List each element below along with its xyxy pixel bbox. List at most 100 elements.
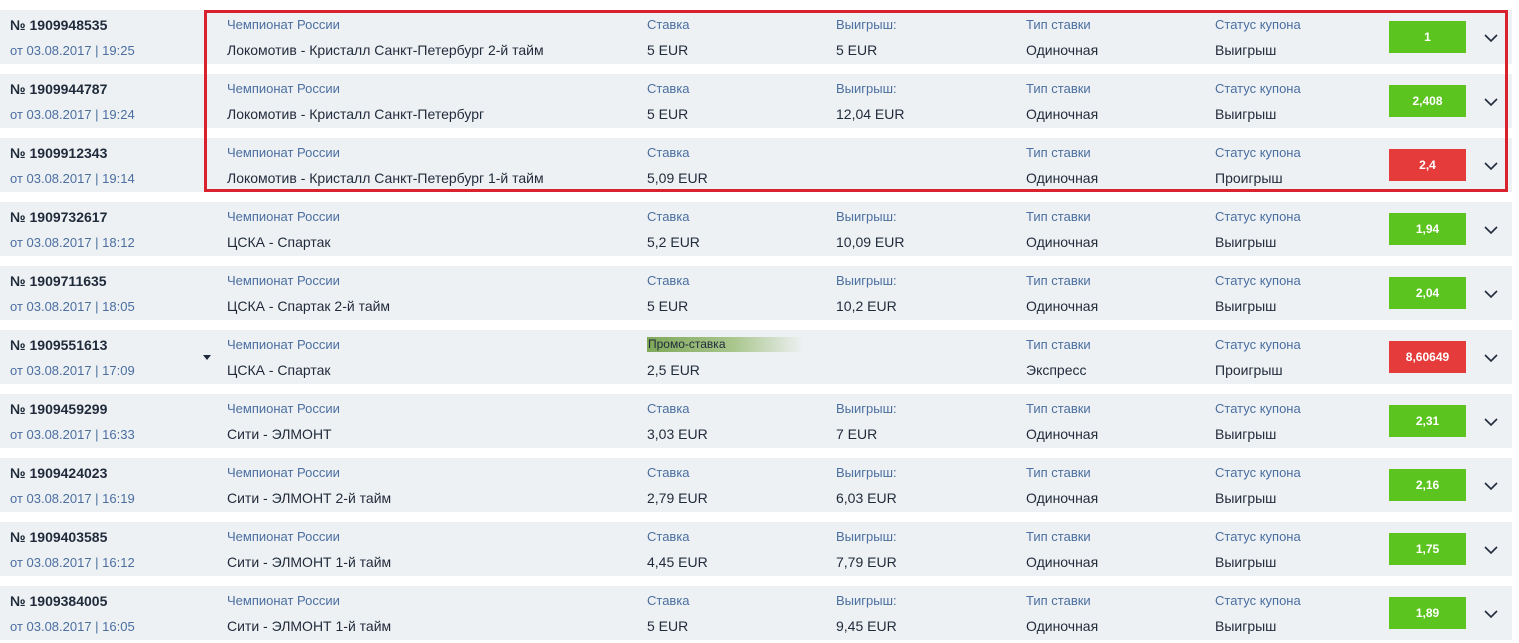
coupon-row[interactable]: № 1909732617 от 03.08.2017 | 18:12 Чемпи…: [0, 202, 1512, 256]
coupon-status-label: Статус купона: [1215, 81, 1301, 96]
coupon-status-label: Статус купона: [1215, 17, 1301, 32]
coupon-number[interactable]: № 1909424023: [10, 465, 107, 481]
coupon-status-label: Статус купона: [1215, 465, 1301, 480]
coupon-status-value: Выигрыш: [1215, 298, 1277, 314]
coupon-number[interactable]: № 1909459299: [10, 401, 107, 417]
chevron-down-icon[interactable]: [1480, 475, 1502, 497]
coupon-number[interactable]: № 1909944787: [10, 81, 107, 97]
win-label: Выигрыш:: [836, 465, 897, 480]
odds-badge: 2,408: [1389, 85, 1466, 117]
win-value: 7,79 EUR: [836, 554, 897, 570]
coupon-number[interactable]: № 1909384005: [10, 593, 107, 609]
match-name: Сити - ЭЛМОНТ 1-й тайм: [227, 554, 392, 570]
win-value: 10,2 EUR: [836, 298, 897, 314]
coupon-number[interactable]: № 1909403585: [10, 529, 107, 545]
coupon-row[interactable]: № 1909912343 от 03.08.2017 | 19:14 Чемпи…: [0, 138, 1512, 192]
win-value: 12,04 EUR: [836, 106, 905, 122]
stake-value: 5 EUR: [647, 106, 689, 122]
league-name: Чемпионат России: [227, 81, 340, 96]
stake-label: Ставка: [647, 465, 690, 480]
bet-type-value: Одиночная: [1026, 426, 1099, 442]
coupon-row[interactable]: № 1909424023 от 03.08.2017 | 16:19 Чемпи…: [0, 458, 1512, 512]
win-value: 10,09 EUR: [836, 234, 905, 250]
bet-type-label: Тип ставки: [1026, 529, 1091, 544]
coupon-status-value: Выигрыш: [1215, 618, 1277, 634]
chevron-down-icon[interactable]: [1480, 283, 1502, 305]
coupon-status-value: Выигрыш: [1215, 106, 1277, 122]
coupon-date: от 03.08.2017 | 18:12: [10, 235, 135, 250]
league-name: Чемпионат России: [227, 145, 340, 160]
coupon-row[interactable]: № 1909384005 от 03.08.2017 | 16:05 Чемпи…: [0, 586, 1512, 640]
match-name: ЦСКА - Спартак: [227, 234, 331, 250]
bet-type-label: Тип ставки: [1026, 337, 1091, 352]
coupon-number[interactable]: № 1909711635: [10, 273, 107, 289]
stake-label: Ставка: [647, 273, 690, 288]
match-name: Сити - ЭЛМОНТ 1-й тайм: [227, 618, 392, 634]
coupon-number[interactable]: № 1909732617: [10, 209, 107, 225]
coupon-date: от 03.08.2017 | 16:05: [10, 619, 135, 634]
stake-value: 5 EUR: [647, 618, 689, 634]
chevron-down-icon[interactable]: [1480, 603, 1502, 625]
match-name: Локомотив - Кристалл Санкт-Петербург 2-й…: [227, 42, 544, 58]
coupon-status-label: Статус купона: [1215, 593, 1301, 608]
win-label: Выигрыш:: [836, 209, 897, 224]
odds-badge: 1,94: [1389, 213, 1466, 245]
bet-type-label: Тип ставки: [1026, 145, 1091, 160]
match-name: Сити - ЭЛМОНТ 2-й тайм: [227, 490, 392, 506]
chevron-down-icon[interactable]: [1480, 411, 1502, 433]
league-name: Чемпионат России: [227, 529, 340, 544]
win-label: Выигрыш:: [836, 401, 897, 416]
chevron-down-icon[interactable]: [1480, 539, 1502, 561]
coupon-date: от 03.08.2017 | 16:33: [10, 427, 135, 442]
chevron-down-icon[interactable]: [1480, 219, 1502, 241]
odds-badge: 2,31: [1389, 405, 1466, 437]
bet-type-value: Одиночная: [1026, 42, 1099, 58]
bet-type-value: Одиночная: [1026, 554, 1099, 570]
win-label: Выигрыш:: [836, 273, 897, 288]
bet-type-label: Тип ставки: [1026, 593, 1091, 608]
coupon-row[interactable]: № 1909711635 от 03.08.2017 | 18:05 Чемпи…: [0, 266, 1512, 320]
coupon-status-value: Проигрыш: [1215, 170, 1283, 186]
win-value: 5 EUR: [836, 42, 878, 58]
league-name: Чемпионат России: [227, 465, 340, 480]
match-name: ЦСКА - Спартак: [227, 362, 331, 378]
coupon-status-label: Статус купона: [1215, 273, 1301, 288]
bet-type-label: Тип ставки: [1026, 17, 1091, 32]
coupon-number[interactable]: № 1909948535: [10, 17, 107, 33]
coupon-status-value: Выигрыш: [1215, 234, 1277, 250]
chevron-down-icon[interactable]: [1480, 27, 1502, 49]
coupon-status-value: Выигрыш: [1215, 490, 1277, 506]
odds-badge: 2,04: [1389, 277, 1466, 309]
chevron-down-icon[interactable]: [1480, 347, 1502, 369]
odds-badge: 1,75: [1389, 533, 1466, 565]
coupon-status-label: Статус купона: [1215, 337, 1301, 352]
coupon-number[interactable]: № 1909551613: [10, 337, 107, 353]
odds-badge: 2,4: [1389, 149, 1466, 181]
stake-label: Ставка: [647, 209, 690, 224]
bet-type-value: Одиночная: [1026, 490, 1099, 506]
league-name: Чемпионат России: [227, 337, 340, 352]
coupon-number[interactable]: № 1909912343: [10, 145, 107, 161]
coupon-date: от 03.08.2017 | 19:14: [10, 171, 135, 186]
coupon-row[interactable]: № 1909948535 от 03.08.2017 | 19:25 Чемпи…: [0, 10, 1512, 64]
caret-down-icon[interactable]: [203, 355, 211, 360]
coupon-row[interactable]: № 1909944787 от 03.08.2017 | 19:24 Чемпи…: [0, 74, 1512, 128]
bet-type-value: Одиночная: [1026, 618, 1099, 634]
stake-label: Ставка: [647, 529, 690, 544]
coupon-row[interactable]: № 1909551613 от 03.08.2017 | 17:09 Чемпи…: [0, 330, 1512, 384]
bet-type-label: Тип ставки: [1026, 81, 1091, 96]
chevron-down-icon[interactable]: [1480, 155, 1502, 177]
stake-value: 2,79 EUR: [647, 490, 708, 506]
stake-value: 2,5 EUR: [647, 362, 700, 378]
win-label: Выигрыш:: [836, 81, 897, 96]
league-name: Чемпионат России: [227, 593, 340, 608]
coupon-row[interactable]: № 1909403585 от 03.08.2017 | 16:12 Чемпи…: [0, 522, 1512, 576]
odds-badge: 1: [1389, 21, 1466, 53]
chevron-down-icon[interactable]: [1480, 91, 1502, 113]
odds-badge: 8,60649: [1389, 341, 1466, 373]
coupon-date: от 03.08.2017 | 18:05: [10, 299, 135, 314]
win-value: 9,45 EUR: [836, 618, 897, 634]
coupon-row[interactable]: № 1909459299 от 03.08.2017 | 16:33 Чемпи…: [0, 394, 1512, 448]
odds-badge: 2,16: [1389, 469, 1466, 501]
coupon-date: от 03.08.2017 | 17:09: [10, 363, 135, 378]
